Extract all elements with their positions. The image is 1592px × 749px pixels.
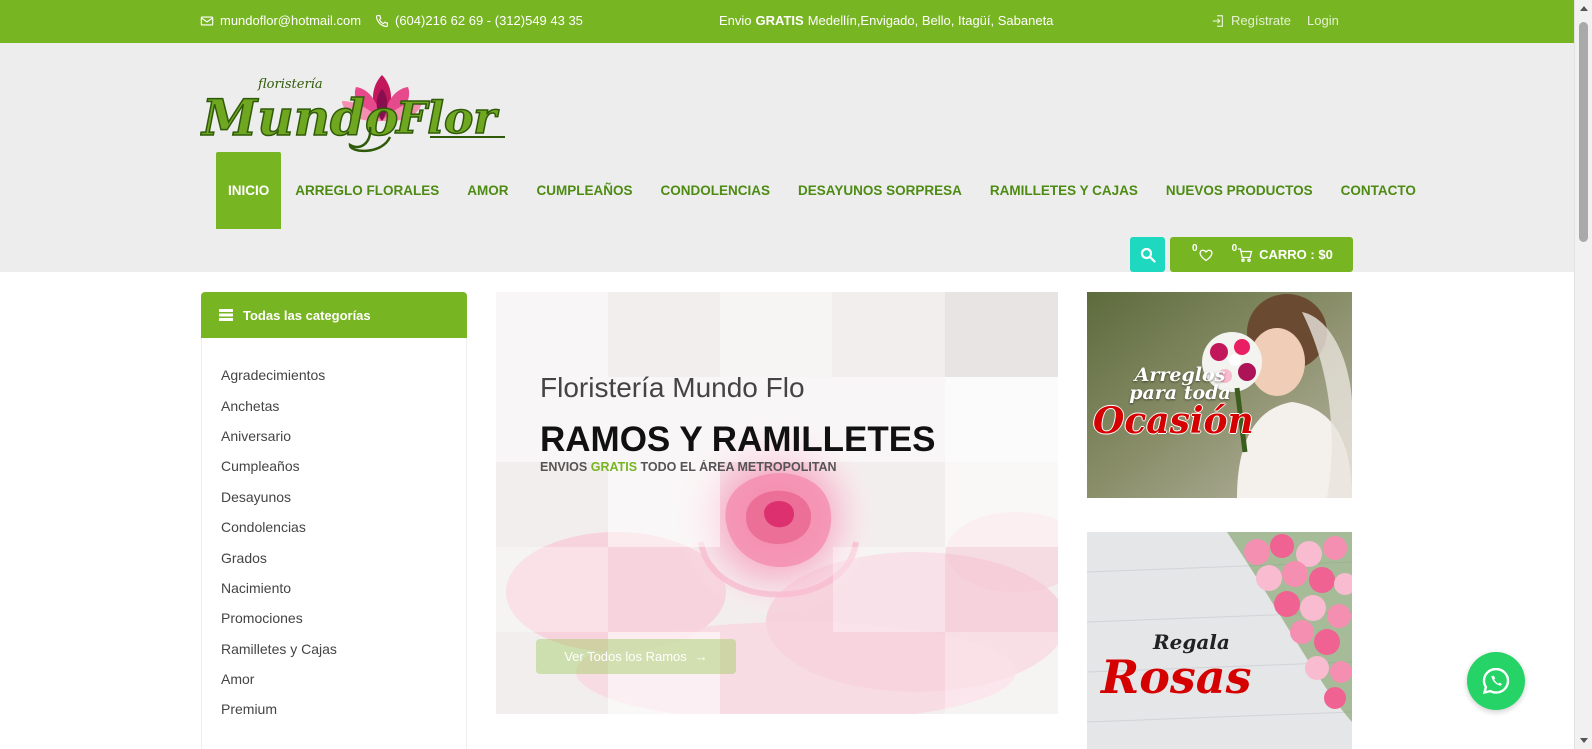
hero-title: RAMOS Y RAMILLETES bbox=[540, 420, 936, 459]
category-item[interactable]: Desayunos bbox=[202, 482, 466, 512]
hero-subtitle: ENVIOS GRATIS TODO EL ÁREA METROPOLITAN bbox=[540, 460, 852, 474]
login-text: Login bbox=[1307, 13, 1339, 28]
category-item[interactable]: Ramilletes y Cajas bbox=[202, 634, 466, 664]
contact-email[interactable]: mundoflor@hotmail.com bbox=[200, 13, 361, 28]
mail-icon bbox=[200, 15, 214, 26]
header: floristería Mundo Flor INICIO ARREGLO FL… bbox=[0, 43, 1574, 272]
email-text: mundoflor@hotmail.com bbox=[220, 13, 362, 28]
phone-icon bbox=[375, 14, 388, 27]
category-item[interactable]: Promociones bbox=[202, 603, 466, 633]
cart-bar: 0 0 CARRO : $0 bbox=[1170, 237, 1353, 272]
nav-nuevos-productos[interactable]: NUEVOS PRODUCTOS bbox=[1152, 152, 1327, 229]
page: mundoflor@hotmail.com (604)216 62 69 - (… bbox=[0, 0, 1592, 749]
register-text: Regístrate bbox=[1231, 13, 1291, 28]
hero-slider[interactable]: Floristería Mundo Flo RAMOS Y RAMILLETES… bbox=[496, 292, 1058, 714]
nav-contacto[interactable]: CONTACTO bbox=[1327, 152, 1430, 229]
scroll-up-icon[interactable] bbox=[1580, 6, 1588, 11]
nav-amor[interactable]: AMOR bbox=[453, 152, 522, 229]
cart-count: 0 bbox=[1231, 243, 1238, 254]
shipping-rest: Medellín,Envigado, Bello, Itagüí, Sabane… bbox=[807, 13, 1054, 28]
cart-label[interactable]: CARRO : $0 bbox=[1259, 247, 1333, 262]
login-icon bbox=[1212, 14, 1223, 27]
category-item[interactable]: Amor bbox=[202, 664, 466, 694]
nav-desayunos-sorpresa[interactable]: DESAYUNOS SORPRESA bbox=[784, 152, 976, 229]
category-item[interactable]: Agradecimientos bbox=[202, 360, 466, 390]
shipping-prefix: Envio bbox=[719, 13, 752, 28]
hero-heading: Floristería Mundo Flo bbox=[540, 372, 805, 403]
search-button[interactable] bbox=[1130, 237, 1165, 272]
category-item[interactable]: Premium bbox=[202, 694, 466, 724]
scrollbar-thumb[interactable] bbox=[1579, 22, 1588, 242]
banner-occasion-line3: Ocasión bbox=[1093, 400, 1254, 442]
category-item[interactable]: Grados bbox=[202, 542, 466, 572]
nav-inicio[interactable]: INICIO bbox=[216, 152, 282, 229]
arrow-right-icon: → bbox=[694, 649, 708, 664]
cart-icon[interactable] bbox=[1237, 247, 1253, 263]
see-all-bouquets-button[interactable]: Ver Todos los Ramos → bbox=[536, 639, 736, 674]
heart-icon[interactable] bbox=[1198, 247, 1214, 263]
hero-sub-green: GRATIS bbox=[590, 460, 638, 474]
category-item[interactable]: Anchetas bbox=[202, 390, 466, 420]
category-item[interactable]: Aniversario bbox=[202, 421, 466, 451]
shipping-bold: GRATIS bbox=[755, 13, 804, 28]
main-nav: INICIO ARREGLO FLORALES AMOR CUMPLEAÑOS … bbox=[216, 152, 1430, 229]
hero-sub-prefix: ENVIOS bbox=[540, 460, 588, 474]
nav-arreglo-florales[interactable]: ARREGLO FLORALES bbox=[281, 152, 453, 229]
nav-cumpleanos[interactable]: CUMPLEAÑOS bbox=[523, 152, 647, 229]
menu-icon bbox=[219, 309, 233, 321]
login-link[interactable]: Login bbox=[1307, 13, 1339, 28]
whatsapp-icon bbox=[1482, 667, 1510, 695]
wishlist-count: 0 bbox=[1192, 243, 1198, 254]
category-item[interactable]: Condolencias bbox=[202, 512, 466, 542]
scroll-down-icon[interactable] bbox=[1580, 738, 1588, 743]
nav-condolencias[interactable]: CONDOLENCIAS bbox=[647, 152, 785, 229]
contact-phone[interactable]: (604)216 62 69 - (312)549 43 35 bbox=[375, 13, 583, 28]
register-link[interactable]: Regístrate bbox=[1211, 13, 1291, 28]
banner-roses[interactable]: Regala Rosas bbox=[1087, 532, 1352, 749]
categories-list: Agradecimientos Anchetas Aniversario Cum… bbox=[201, 338, 467, 749]
banner-roses-line2: Rosas bbox=[1101, 650, 1252, 704]
category-item[interactable]: Cumpleaños bbox=[202, 451, 466, 481]
hero-sub-rest: TODO EL ÁREA METROPOLITAN bbox=[640, 460, 837, 474]
categories-header[interactable]: Todas las categorías bbox=[201, 292, 467, 338]
site-logo[interactable]: floristería Mundo Flor bbox=[200, 65, 510, 155]
shipping-notice: Envio GRATIS Medellín,Envigado, Bello, Ita… bbox=[719, 13, 1053, 28]
phone-text: (604)216 62 69 - (312)549 43 35 bbox=[395, 13, 583, 28]
top-bar: mundoflor@hotmail.com (604)216 62 69 - (… bbox=[0, 0, 1574, 43]
nav-ramilletes-y-cajas[interactable]: RAMILLETES Y CAJAS bbox=[976, 152, 1152, 229]
whatsapp-button[interactable] bbox=[1467, 652, 1525, 710]
page-scrollbar[interactable] bbox=[1574, 0, 1592, 749]
banner-occasion[interactable]: Arreglos para toda Ocasión bbox=[1087, 292, 1352, 498]
cta-label: Ver Todos los Ramos bbox=[564, 649, 687, 664]
banner-occasion-text: Arreglos para toda bbox=[1105, 366, 1255, 403]
category-item[interactable]: Nacimiento bbox=[202, 573, 466, 603]
categories-title: Todas las categorías bbox=[243, 307, 371, 323]
search-icon bbox=[1140, 247, 1156, 263]
